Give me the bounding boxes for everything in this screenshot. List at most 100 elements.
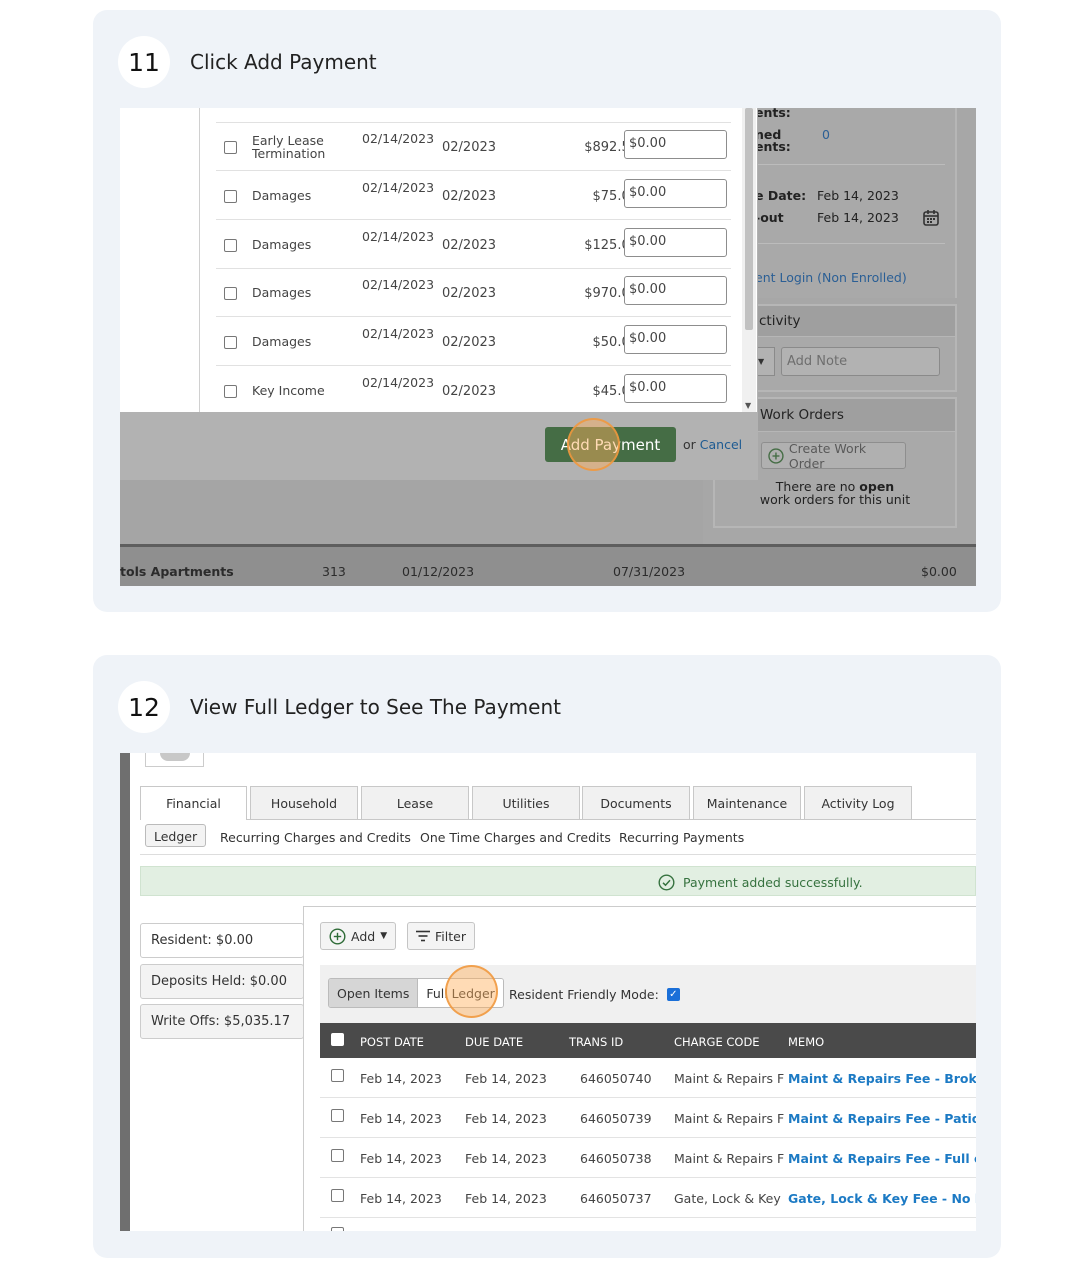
check-circle-icon: [658, 874, 675, 891]
charge-row: Damages 02/14/2023 02/2023 $50.00 $0.00: [216, 317, 731, 366]
tab-activity-log[interactable]: Activity Log: [804, 786, 912, 819]
select-all-checkbox[interactable]: [331, 1033, 344, 1046]
subnav-recurring-payments[interactable]: Recurring Payments: [619, 830, 744, 845]
no-work-orders-message-line2: work orders for this unit: [759, 492, 911, 507]
list-scrollbar[interactable]: ▼: [742, 108, 756, 412]
charge-period: 02/2023: [442, 335, 497, 350]
note-type-select[interactable]: ▼: [755, 347, 775, 376]
col-trans-id[interactable]: TRANS ID: [569, 1035, 623, 1049]
post-date: Feb 14, 2023: [360, 1151, 442, 1166]
charge-row: Key Income 02/14/2023 02/2023 $45.00 $0.…: [216, 366, 731, 412]
open-items-button[interactable]: Open Items: [329, 979, 419, 1007]
row-checkbox[interactable]: [331, 1189, 344, 1202]
lease-balance: $0.00: [921, 564, 957, 579]
ledger-table: POST DATE DUE DATE TRANS ID CHARGE CODE …: [320, 1023, 976, 1231]
charge-description: Key Income: [252, 383, 325, 398]
calendar-icon[interactable]: [922, 209, 940, 227]
col-post-date[interactable]: POST DATE: [360, 1035, 424, 1049]
table-row[interactable]: Feb 14, 2023 Feb 14, 2023 646050739 Main…: [320, 1098, 976, 1138]
lease-start: 01/12/2023: [402, 564, 475, 579]
info-divider: [755, 243, 945, 244]
balance-sidebar: Resident: $0.00 Deposits Held: $0.00 Wri…: [140, 906, 304, 1231]
page-left-edge: [120, 753, 130, 1231]
payment-amount-input[interactable]: $0.00: [624, 276, 727, 305]
success-text: Payment added successfully.: [683, 875, 863, 890]
row-checkbox[interactable]: [331, 1227, 344, 1231]
charge-row: Damages 02/14/2023 02/2023 $75.00 $0.00: [216, 171, 731, 220]
col-memo[interactable]: MEMO: [788, 1035, 824, 1049]
filter-icon: [416, 930, 430, 942]
tab-maintenance[interactable]: Maintenance: [693, 786, 801, 819]
subnav-one-time-charges[interactable]: One Time Charges and Credits: [420, 830, 611, 845]
due-date: Feb 14, 2023: [465, 1191, 547, 1206]
tab-financial[interactable]: Financial: [140, 786, 247, 820]
resident-friendly-checkbox[interactable]: ✓: [666, 988, 680, 1001]
scroll-down-arrow-icon[interactable]: ▼: [745, 401, 751, 410]
create-work-order-button[interactable]: Create Work Order: [761, 441, 906, 471]
unit-info-panel: ents: ned ents: 0 e Date: Feb 14, 2023 -…: [755, 108, 957, 298]
charge-code: Maint & Repairs F: [674, 1111, 785, 1126]
subnav-ledger[interactable]: Ledger: [145, 824, 207, 847]
charge-date: 02/14/2023: [362, 180, 435, 195]
charge-checkbox[interactable]: [224, 141, 237, 154]
charge-checkbox[interactable]: [224, 190, 237, 203]
resident-balance[interactable]: Resident: $0.00: [140, 923, 304, 958]
ledger-table-header: POST DATE DUE DATE TRANS ID CHARGE CODE …: [320, 1023, 976, 1058]
trans-id: 646050740: [580, 1071, 652, 1086]
payment-amount-input[interactable]: $0.00: [624, 179, 727, 208]
charge-date: 02/14/2023: [362, 326, 435, 341]
info-count-link[interactable]: 0: [822, 127, 830, 142]
add-payment-modal: Early Lease Termination 02/14/2023 02/20…: [120, 108, 758, 480]
table-row[interactable]: Feb 14, 2023 Feb 14, 2023 646050737 Gate…: [320, 1178, 976, 1218]
memo-link[interactable]: Gate, Lock & Key Fee - No keys tu: [788, 1191, 976, 1206]
tab-lease[interactable]: Lease: [361, 786, 469, 819]
add-dropdown-button[interactable]: Add ▼: [320, 922, 397, 950]
memo-link[interactable]: Maint & Repairs Fee - Patio door :: [788, 1111, 976, 1126]
table-row-partial: [320, 1218, 976, 1231]
col-charge-code[interactable]: CHARGE CODE: [674, 1035, 760, 1049]
step-11-screenshot: ents: ned ents: 0 e Date: Feb 14, 2023 -…: [120, 108, 976, 586]
post-date: Feb 14, 2023: [360, 1071, 442, 1086]
charge-checkbox[interactable]: [224, 239, 237, 252]
table-row[interactable]: Feb 14, 2023 Feb 14, 2023 646050738 Main…: [320, 1138, 976, 1178]
cancel-link[interactable]: Cancel: [700, 437, 742, 452]
payment-amount-input[interactable]: $0.00: [624, 130, 727, 159]
info-fragment: ents:: [755, 108, 791, 120]
charge-checkbox[interactable]: [224, 287, 237, 300]
move-date-label: e Date:: [755, 188, 807, 203]
subnav-recurring-charges[interactable]: Recurring Charges and Credits: [220, 830, 411, 845]
charge-checkbox[interactable]: [224, 336, 237, 349]
charge-period: 02/2023: [442, 286, 497, 301]
memo-link[interactable]: Maint & Repairs Fee - Broken Wir: [788, 1071, 976, 1086]
payment-amount-input[interactable]: $0.00: [624, 228, 727, 257]
charge-checkbox[interactable]: [224, 385, 237, 398]
memo-link[interactable]: Maint & Repairs Fee - Full clean: [788, 1151, 976, 1166]
tab-household[interactable]: Household: [250, 786, 358, 819]
modal-left-panel: [120, 108, 200, 412]
filter-label: Filter: [435, 928, 466, 944]
row-checkbox[interactable]: [331, 1069, 344, 1082]
table-row[interactable]: Feb 14, 2023 Feb 14, 2023 646050740 Main…: [320, 1058, 976, 1098]
payment-amount-input[interactable]: $0.00: [624, 325, 727, 354]
charge-row: Early Lease Termination 02/14/2023 02/20…: [216, 122, 731, 171]
payment-amount-input[interactable]: $0.00: [624, 374, 727, 403]
charge-code: Maint & Repairs F: [674, 1071, 785, 1086]
filter-button[interactable]: Filter: [407, 922, 475, 950]
charge-description: Damages: [252, 334, 312, 349]
row-checkbox[interactable]: [331, 1149, 344, 1162]
property-name: tols Apartments: [120, 564, 234, 579]
tab-utilities[interactable]: Utilities: [472, 786, 580, 819]
move-out-label: -out: [755, 210, 784, 225]
write-offs[interactable]: Write Offs: $5,035.17: [140, 1004, 304, 1039]
row-checkbox[interactable]: [331, 1109, 344, 1122]
tab-documents[interactable]: Documents: [582, 786, 690, 819]
scrollbar-thumb[interactable]: [745, 108, 753, 330]
step-11-card: 11 Click Add Payment ents: ned ents: 0 e…: [93, 10, 1001, 612]
trans-id: 646050737: [580, 1191, 652, 1206]
charge-description: Damages: [252, 285, 312, 300]
add-note-input[interactable]: Add Note: [781, 347, 940, 376]
col-due-date[interactable]: DUE DATE: [465, 1035, 523, 1049]
deposits-held[interactable]: Deposits Held: $0.00: [140, 964, 304, 999]
step-number: 11: [118, 36, 170, 88]
resident-login-link[interactable]: ent Login (Non Enrolled): [755, 270, 907, 285]
